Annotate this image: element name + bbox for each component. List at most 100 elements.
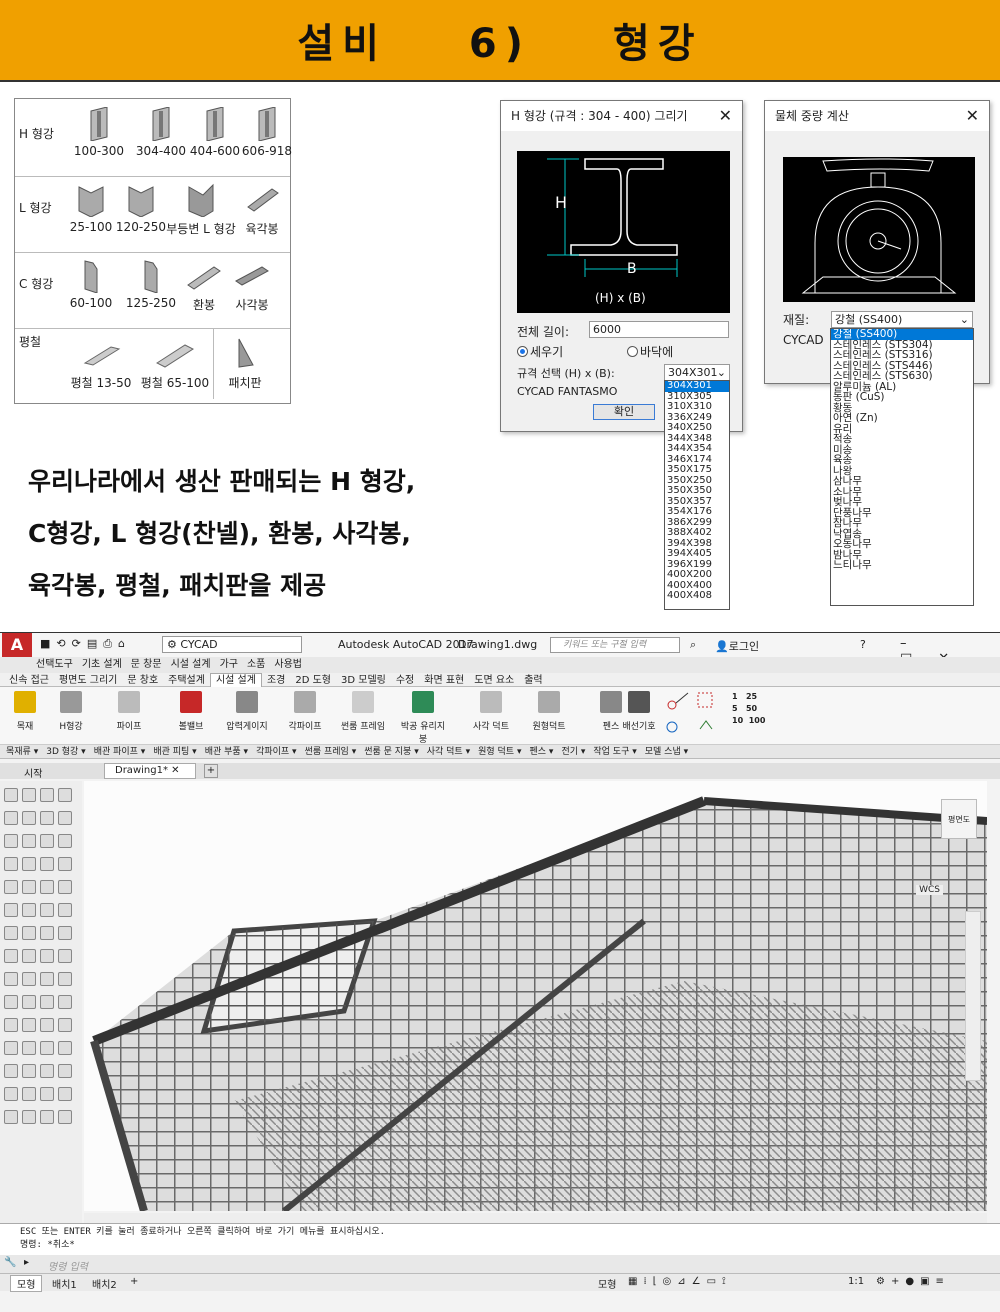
material-option[interactable]: 아연 (Zn)	[831, 413, 973, 424]
tool-button[interactable]	[40, 880, 54, 894]
spec-option[interactable]: 400X408	[665, 590, 729, 602]
tool-button[interactable]	[40, 834, 54, 848]
ribbon-tab[interactable]: 2D 도형	[290, 674, 336, 687]
close-icon[interactable]: ✕	[171, 765, 179, 776]
catalog-item[interactable]: 평철 13-50	[65, 337, 137, 391]
tool-button[interactable]	[58, 811, 72, 825]
tool-button[interactable]	[4, 995, 18, 1009]
close-icon[interactable]: ✕	[719, 101, 732, 131]
ribbon-button[interactable]: 각파이프	[280, 691, 330, 732]
tool-button[interactable]	[22, 1041, 36, 1055]
annotation-scale[interactable]: 1:1	[848, 1276, 864, 1287]
tool-button[interactable]	[58, 1110, 72, 1124]
tool-button[interactable]	[22, 811, 36, 825]
model-viewport[interactable]: 평면도 WCS	[84, 781, 987, 1211]
tool-button[interactable]	[4, 834, 18, 848]
tool-button[interactable]	[40, 811, 54, 825]
horizontal-scrollbar[interactable]	[84, 1213, 987, 1223]
layout-tab-model[interactable]: 모형	[10, 1275, 43, 1292]
tool-button[interactable]	[40, 1087, 54, 1101]
quick-access-toolbar[interactable]: ■⟲⟳▤⎙⌂	[40, 637, 131, 651]
tool-button[interactable]	[22, 1064, 36, 1078]
catalog-item[interactable]: 100-300	[69, 106, 129, 158]
spec-option[interactable]: 304X301	[665, 381, 729, 392]
catalog-item[interactable]: 환봉	[179, 259, 229, 313]
ribbon-tab[interactable]: 3D 모델링	[336, 674, 391, 687]
catalog-item[interactable]: 육각봉	[237, 183, 287, 237]
ribbon-tab[interactable]: 신속 접근	[4, 674, 54, 687]
tool-button[interactable]	[40, 972, 54, 986]
tool-button[interactable]	[4, 857, 18, 871]
ribbon-tab[interactable]: 수정	[391, 674, 419, 687]
spec-option[interactable]: 388X402	[665, 527, 729, 539]
ribbon-panel-label[interactable]: 작업 도구 ▾	[593, 745, 636, 759]
tool-button[interactable]	[22, 880, 36, 894]
login-button[interactable]: 👤로그인	[715, 638, 759, 654]
wrench-icon[interactable]: 🔧	[4, 1257, 16, 1268]
spec-dropdown-list[interactable]: 304X301 310X305 310X310 336X249 340X250 344X3…	[664, 380, 730, 610]
spec-option[interactable]: 354X176	[665, 506, 729, 518]
ribbon-tab[interactable]: 조경	[262, 674, 290, 687]
tool-button[interactable]	[58, 1041, 72, 1055]
catalog-item[interactable]: 사각봉	[227, 259, 277, 313]
length-input[interactable]: 6000	[589, 321, 729, 338]
tool-button[interactable]	[22, 1018, 36, 1032]
file-tab-start[interactable]: 시작	[24, 765, 42, 780]
draw-tools[interactable]	[664, 689, 692, 741]
ribbon-tab[interactable]: 평면도 그리기	[54, 674, 122, 687]
catalog-item[interactable]: 125-250	[121, 259, 181, 310]
search-input[interactable]: 키워드 또는 구절 입력	[550, 637, 680, 653]
tool-button[interactable]	[58, 857, 72, 871]
catalog-item[interactable]: 404-600	[185, 106, 245, 158]
tool-button[interactable]	[22, 972, 36, 986]
ribbon-tab[interactable]: 출력	[519, 674, 547, 687]
material-option[interactable]: 육송	[831, 455, 973, 466]
ribbon-button[interactable]: 압력게이지	[222, 691, 272, 732]
tool-button[interactable]	[4, 788, 18, 802]
menu-item[interactable]: 기초 설계	[82, 657, 122, 673]
tool-button[interactable]	[40, 788, 54, 802]
tool-button[interactable]	[22, 857, 36, 871]
ribbon-panel-label[interactable]: 목재류 ▾	[6, 745, 38, 759]
menu-item[interactable]: 소품	[247, 657, 265, 673]
ribbon-button[interactable]: 박공 유리지붕	[398, 691, 448, 745]
ribbon-tab[interactable]: 주택설계	[163, 674, 210, 687]
ribbon-button[interactable]: 파이프	[104, 691, 154, 732]
drafting-toggles[interactable]: ▦⁞⌊◎⊿∠▭⟟	[628, 1276, 732, 1287]
tool-button[interactable]	[4, 880, 18, 894]
tool-button[interactable]	[4, 1064, 18, 1078]
spec-option[interactable]: 350X350	[665, 485, 729, 497]
catalog-item[interactable]: 60-100	[61, 259, 121, 310]
tool-button[interactable]	[40, 1110, 54, 1124]
ok-button[interactable]: 확인	[593, 404, 655, 420]
tool-button[interactable]	[4, 1018, 18, 1032]
ribbon-panel-label[interactable]: 배관 부품 ▾	[205, 745, 248, 759]
layout-tab-2[interactable]: 배치2	[92, 1276, 117, 1291]
spec-option[interactable]: 344X354	[665, 443, 729, 455]
tool-button[interactable]	[58, 1087, 72, 1101]
menu-item[interactable]: 가구	[220, 657, 238, 673]
ribbon-button[interactable]: 배선기호	[614, 691, 664, 732]
layout-tab-1[interactable]: 배치1	[52, 1276, 77, 1291]
scale-buttons[interactable]: 1 25 5 50 10 100	[732, 691, 772, 727]
menu-item[interactable]: 사용법	[274, 657, 302, 673]
ribbon-panel-label[interactable]: 펜스 ▾	[529, 745, 553, 759]
binoculars-icon[interactable]: ⌕	[690, 638, 696, 652]
ribbon-button[interactable]: H형강	[46, 691, 96, 732]
ribbon-panel-label[interactable]: 썬룸 문 지붕 ▾	[364, 745, 419, 759]
catalog-item[interactable]: 304-400	[131, 106, 191, 158]
ribbon-button[interactable]: 목재	[0, 691, 50, 732]
menu-item[interactable]: 선택도구	[36, 657, 73, 673]
tool-button[interactable]	[40, 857, 54, 871]
material-option[interactable]: 강철 (SS400)	[831, 329, 973, 340]
spec-option[interactable]: 394X405	[665, 548, 729, 560]
ribbon-button[interactable]: 볼밸브	[166, 691, 216, 732]
menu-item[interactable]: 시설 설계	[171, 657, 211, 673]
catalog-item[interactable]: 평철 65-100	[135, 337, 215, 391]
ribbon-panel-label[interactable]: 배관 파이프 ▾	[94, 745, 146, 759]
catalog-item[interactable]: 606-918	[237, 106, 297, 158]
tool-button[interactable]	[58, 880, 72, 894]
material-option[interactable]: 미송	[831, 444, 973, 456]
tool-button[interactable]	[4, 972, 18, 986]
command-input[interactable]: 명령 입력	[48, 1258, 88, 1273]
